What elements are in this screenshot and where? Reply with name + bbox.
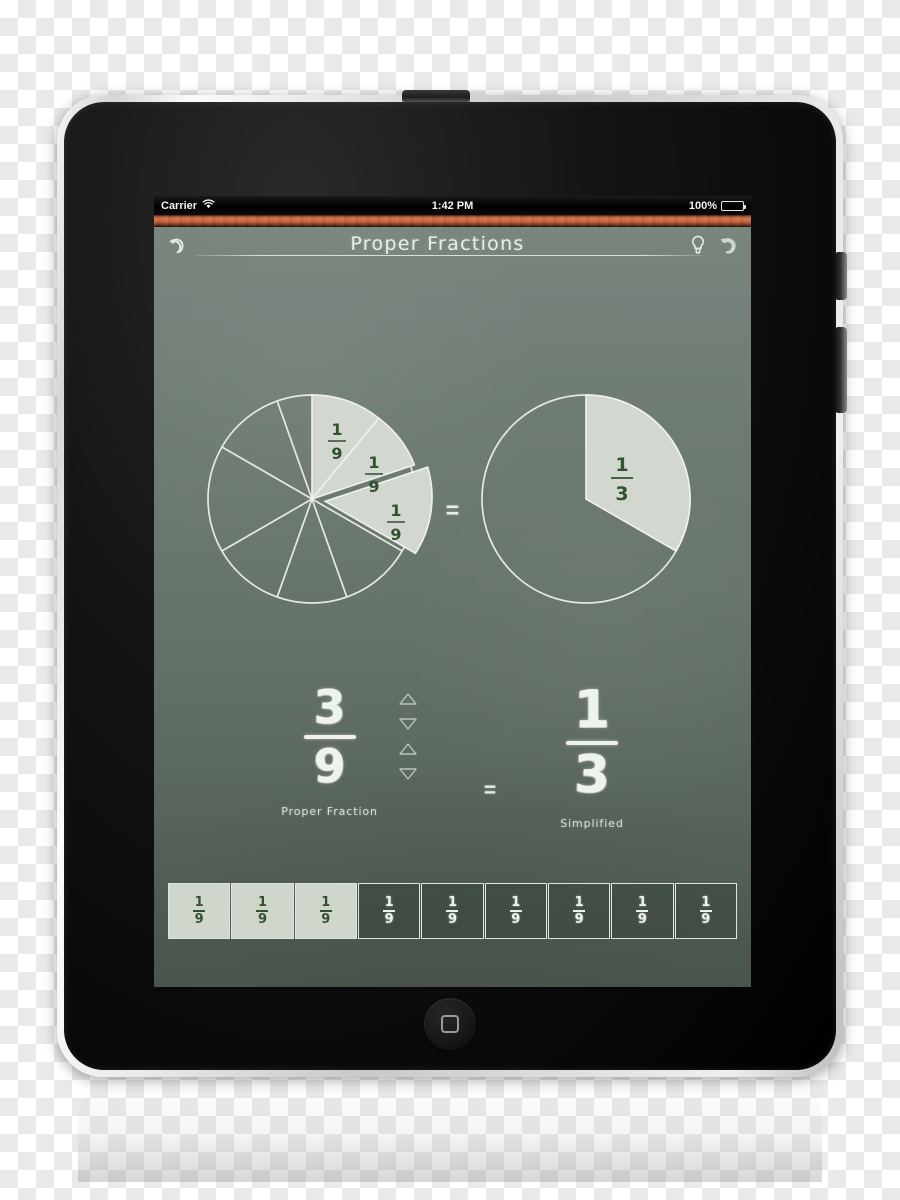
wifi-icon — [202, 199, 215, 212]
tile-denominator: 9 — [511, 912, 521, 928]
tile-denominator: 9 — [447, 912, 457, 928]
slice-3-numerator: 1 — [390, 501, 401, 520]
page-background: Carrier 1:42 PM 100% Proper Fractions 1 … — [0, 0, 900, 1200]
tile-numerator: 1 — [637, 894, 647, 910]
fraction-tile[interactable]: 19 — [294, 883, 357, 939]
tile-numerator: 1 — [574, 894, 584, 910]
battery-full-icon — [721, 200, 746, 211]
proper-denominator: 9 — [313, 739, 346, 794]
tile-denominator: 9 — [637, 912, 647, 928]
slice-2-denominator: 9 — [368, 477, 379, 496]
simplified-fraction-display: 1 3 Simplified — [560, 680, 624, 830]
simplified-pie[interactable]: 1 3 — [461, 375, 711, 645]
tile-numerator: 1 — [701, 894, 711, 910]
proper-fraction-group: 3 9 Proper Fraction — [281, 680, 420, 819]
battery-percent-label: 100% — [688, 199, 717, 212]
simplified-numerator: 1 — [573, 680, 611, 740]
tile-denominator: 9 — [257, 912, 267, 928]
tile-denominator: 9 — [701, 912, 711, 928]
tile-denominator: 9 — [321, 912, 331, 928]
fraction-tile[interactable]: 19 — [421, 883, 484, 939]
status-bar-right: 100% — [688, 199, 746, 212]
fraction-tile[interactable]: 19 — [547, 883, 611, 939]
ipad-device: Carrier 1:42 PM 100% Proper Fractions 1 … — [57, 90, 847, 1077]
title-underline — [196, 255, 703, 256]
fraction-tile-strip: 191919191919191919 — [168, 883, 737, 939]
home-button[interactable] — [424, 998, 476, 1050]
volume-rocker[interactable] — [836, 327, 847, 413]
status-bar: Carrier 1:42 PM 100% — [154, 196, 751, 215]
slice-1-denominator: 9 — [331, 444, 342, 463]
screen-lock-switch[interactable] — [836, 252, 847, 300]
status-bar-left: Carrier — [161, 199, 215, 212]
tile-numerator: 1 — [321, 894, 331, 910]
proper-fraction-display: 3 9 Proper Fraction — [281, 680, 378, 819]
slice-2-numerator: 1 — [368, 453, 379, 472]
simplified-fraction-caption: Simplified — [560, 816, 624, 830]
pie-chart-row: .outl { fill:none; stroke:#e4eae3; strok… — [154, 370, 751, 650]
fraction-row: 3 9 Proper Fraction = 1 3 Simplified — [154, 680, 751, 860]
equals-sign-pies: = — [445, 496, 460, 523]
wooden-ledge — [154, 215, 751, 227]
tile-denominator: 9 — [574, 912, 584, 928]
numerator-increment-button[interactable] — [396, 691, 420, 707]
fraction-tile[interactable]: 19 — [231, 883, 294, 939]
page-title: Proper Fractions — [350, 233, 525, 255]
device-bezel: Carrier 1:42 PM 100% Proper Fractions 1 … — [64, 90, 847, 1070]
power-button[interactable] — [402, 90, 470, 102]
app-title-bar: Proper Fractions — [154, 227, 751, 263]
carrier-label: Carrier — [161, 199, 198, 212]
tile-numerator: 1 — [511, 894, 521, 910]
proper-fraction-caption: Proper Fraction — [281, 805, 378, 819]
tile-denominator: 9 — [194, 912, 204, 928]
slice-3-denominator: 9 — [390, 525, 401, 544]
slice-1-numerator: 1 — [331, 420, 342, 439]
back-arrow-icon[interactable] — [164, 232, 190, 258]
tile-numerator: 1 — [257, 894, 267, 910]
numerator-decrement-button[interactable] — [396, 716, 420, 732]
right-slice-denominator: 3 — [616, 483, 629, 505]
equals-sign-fractions: = — [483, 778, 497, 802]
fraction-tile[interactable]: 19 — [611, 883, 674, 939]
simplified-denominator: 3 — [573, 744, 611, 805]
proper-fraction-pie[interactable]: .outl { fill:none; stroke:#e4eae3; strok… — [194, 375, 444, 645]
home-square-icon — [441, 1015, 459, 1033]
tile-denominator: 9 — [384, 912, 394, 928]
tile-numerator: 1 — [384, 894, 394, 910]
proper-numerator: 3 — [313, 680, 346, 734]
right-slice-numerator: 1 — [616, 454, 629, 476]
denominator-increment-button[interactable] — [396, 741, 420, 757]
fraction-tile[interactable]: 19 — [357, 883, 421, 939]
fraction-tile[interactable]: 19 — [484, 883, 547, 939]
reset-arrow-icon[interactable] — [715, 232, 741, 258]
fraction-tile[interactable]: 19 — [674, 883, 737, 939]
fraction-tile[interactable]: 19 — [168, 883, 231, 939]
device-screen: Carrier 1:42 PM 100% Proper Fractions 1 … — [154, 196, 751, 987]
denominator-decrement-button[interactable] — [396, 766, 420, 782]
tile-numerator: 1 — [194, 894, 204, 910]
device-reflection — [78, 1078, 822, 1182]
chalkboard-canvas: Proper Fractions 1 9 1 9 1 9 = 1 3 3 9 P… — [154, 215, 751, 987]
status-bar-time: 1:42 PM — [431, 199, 474, 212]
fraction-steppers — [396, 691, 420, 782]
tile-numerator: 1 — [447, 894, 457, 910]
